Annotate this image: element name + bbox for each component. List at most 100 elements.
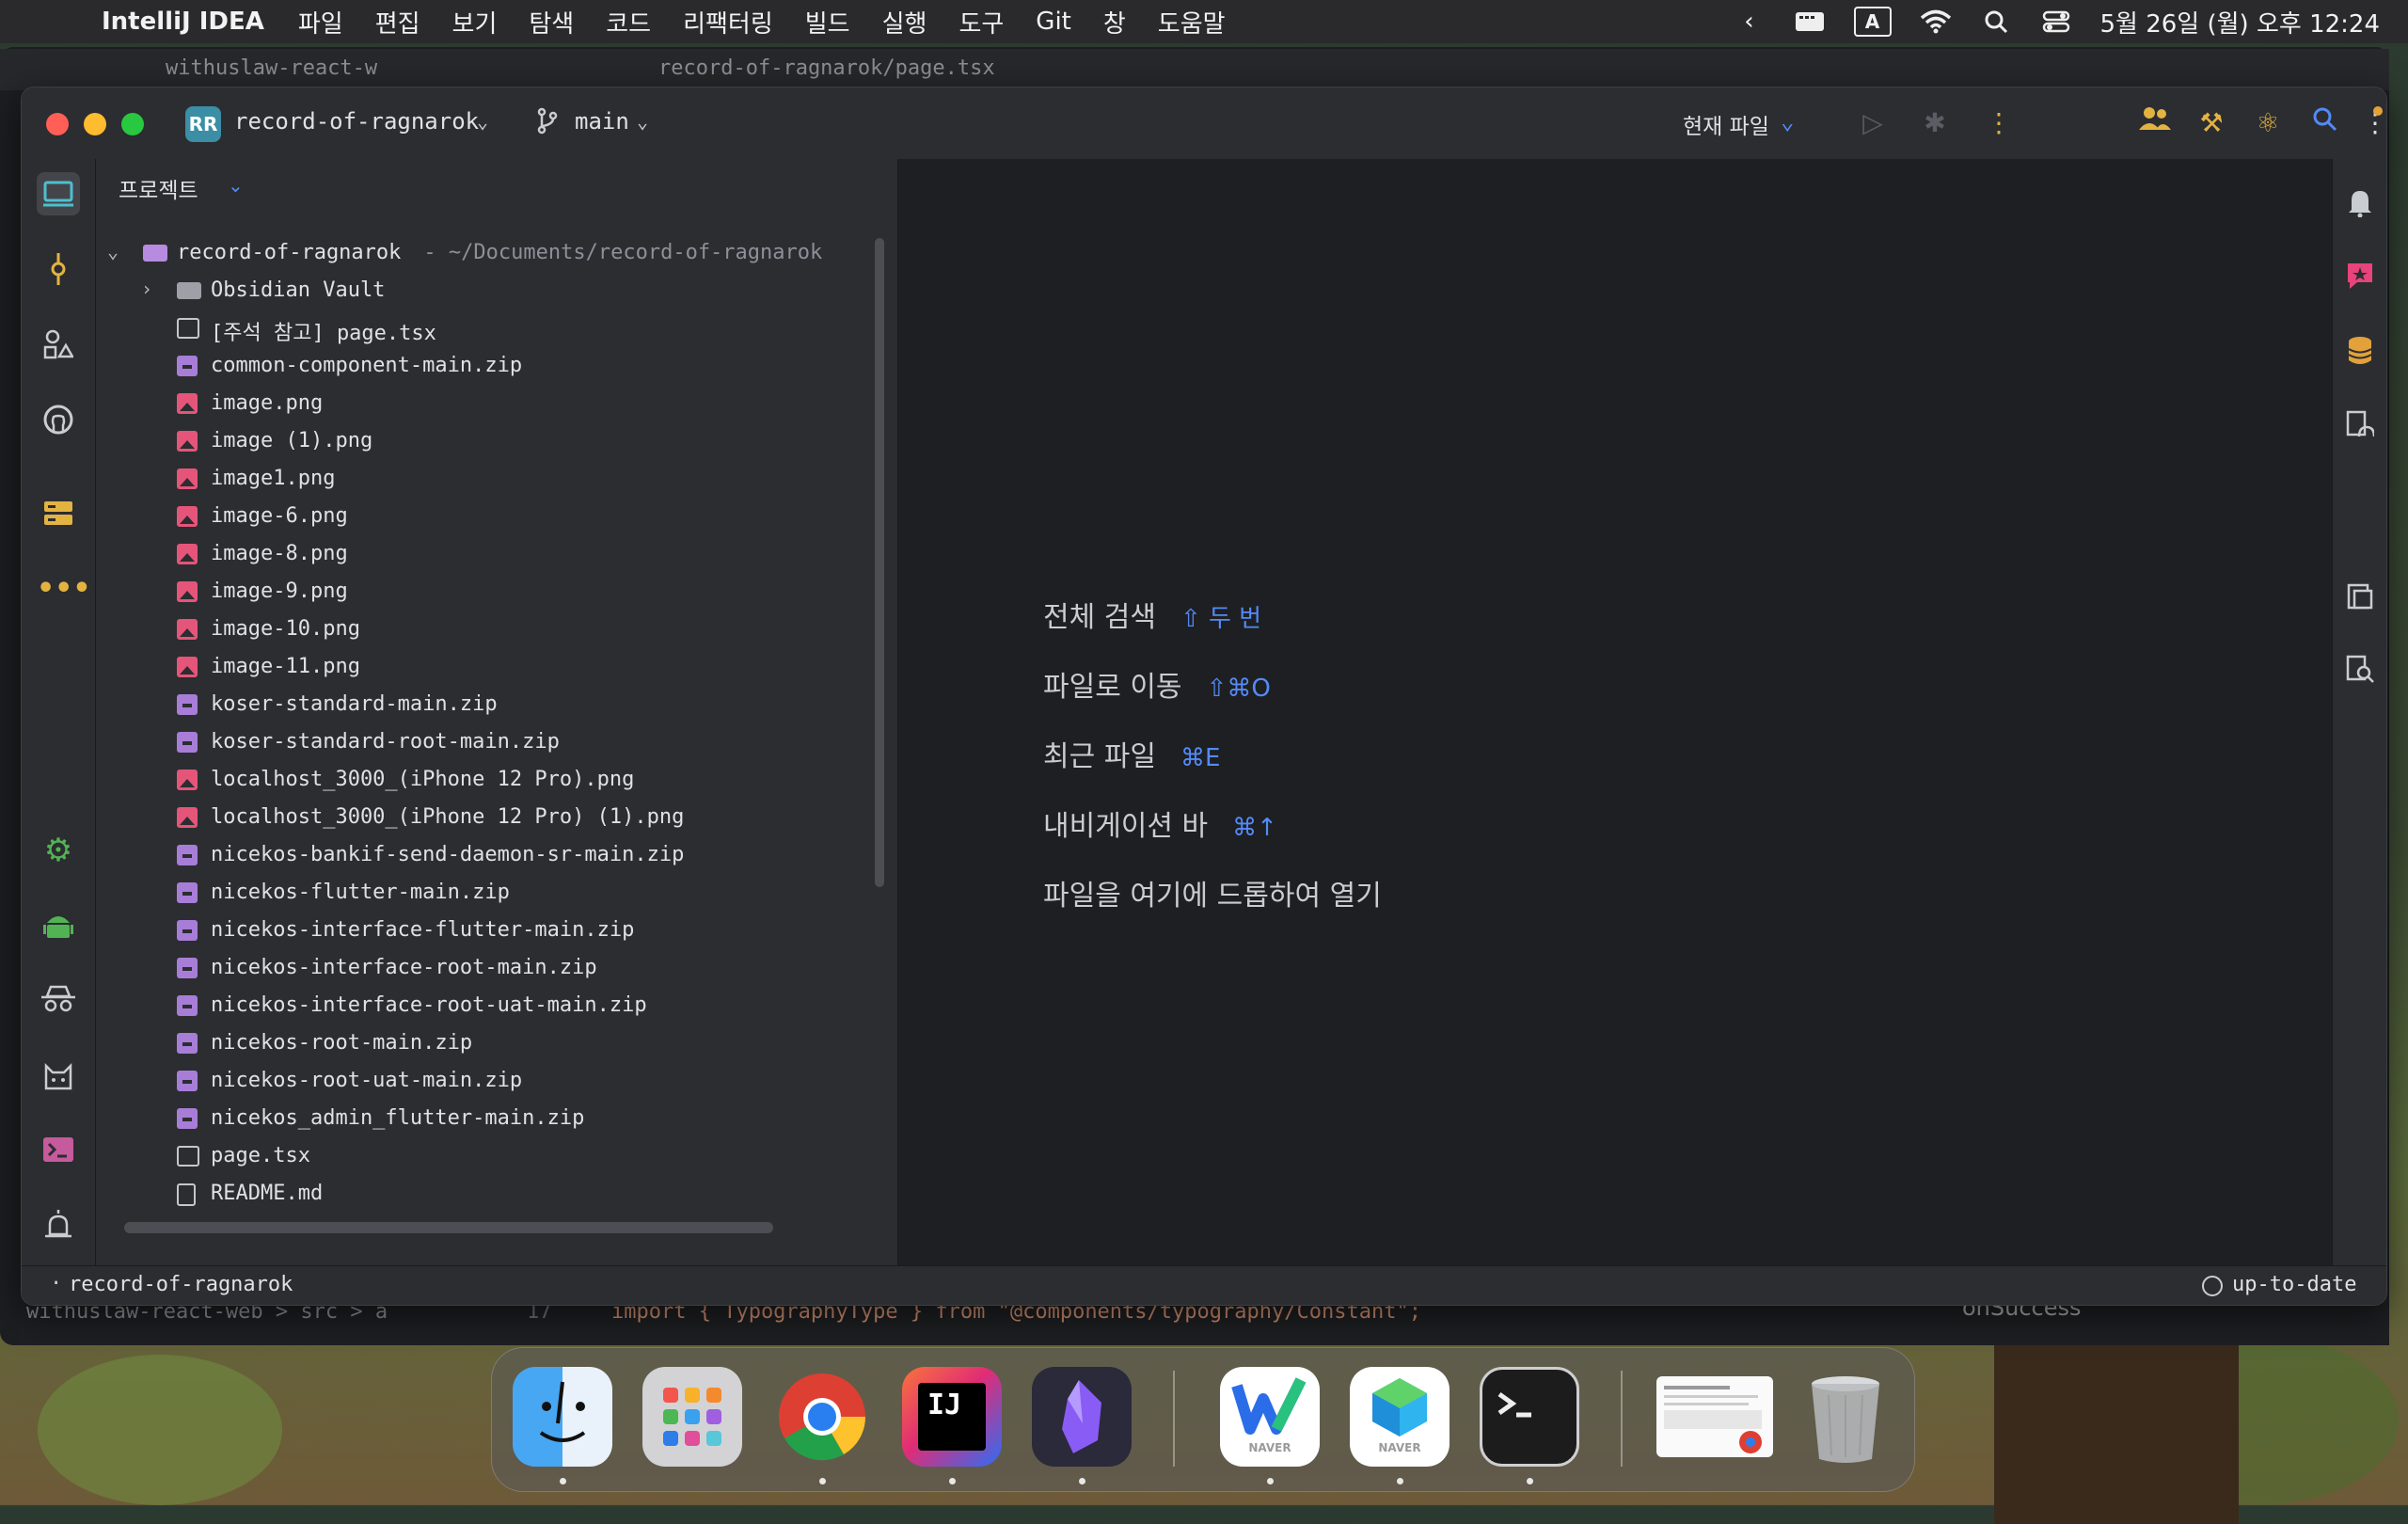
menu-code[interactable]: 코드 xyxy=(606,5,651,40)
menu-tools[interactable]: 도구 xyxy=(958,5,1004,40)
window-close-button[interactable] xyxy=(46,113,69,135)
menu-build[interactable]: 빌드 xyxy=(805,5,850,40)
settings-gear-icon[interactable]: ⚙ xyxy=(37,829,80,872)
project-badge[interactable]: RR xyxy=(185,106,221,142)
chevron-left-icon[interactable]: ‹ xyxy=(1734,8,1766,36)
chevron-down-icon[interactable]: ⌄ xyxy=(107,240,119,262)
run-config-selector[interactable]: 현재 파일 xyxy=(1683,108,1769,140)
search-icon[interactable] xyxy=(2305,104,2343,142)
project-selector[interactable]: record-of-ragnarok xyxy=(234,108,479,135)
chevron-down-icon[interactable]: ⌄ xyxy=(228,174,244,197)
tree-file-row[interactable]: koser-standard-main.zip xyxy=(96,686,877,723)
spotlight-search-icon[interactable] xyxy=(1980,8,2012,36)
tree-file-row[interactable]: image1.png xyxy=(96,460,877,498)
tree-file-row[interactable]: image (1).png xyxy=(96,422,877,460)
menu-refactor[interactable]: 리팩터링 xyxy=(683,5,773,40)
window-minimize-button[interactable] xyxy=(84,113,106,135)
status-project-name[interactable]: record-of-ragnarok xyxy=(69,1273,293,1296)
project-panel-title[interactable]: 프로젝트 xyxy=(119,172,198,204)
tree-file-row[interactable]: page.tsx xyxy=(96,1137,877,1175)
tree-file-row[interactable]: nicekos-bankif-send-daemon-sr-main.zip xyxy=(96,836,877,874)
obsidian-app-icon[interactable] xyxy=(1032,1367,1132,1467)
finder-app-icon[interactable] xyxy=(513,1367,612,1467)
menu-view[interactable]: 보기 xyxy=(452,5,498,40)
tree-file-row[interactable]: nicekos-root-uat-main.zip xyxy=(96,1062,877,1100)
run-icon[interactable]: ▷ xyxy=(1854,104,1892,142)
tree-file-row[interactable]: nicekos-interface-flutter-main.zip xyxy=(96,912,877,949)
background-tab[interactable]: withuslaw-react-w xyxy=(166,56,377,80)
tree-file-row[interactable]: nicekos-interface-root-main.zip xyxy=(96,949,877,987)
clipboard-icon[interactable] xyxy=(2341,577,2379,614)
android-icon[interactable] xyxy=(37,904,80,947)
window-zoom-button[interactable] xyxy=(121,113,144,135)
menu-file[interactable]: 파일 xyxy=(298,5,343,40)
debug-icon[interactable]: ✱ xyxy=(1916,104,1954,142)
window-preview-thumbnail[interactable] xyxy=(1656,1376,1773,1457)
ai-assistant-icon[interactable]: ⚛ xyxy=(2249,104,2287,142)
vcs-status-text[interactable]: up-to-date xyxy=(2232,1273,2356,1296)
more-actions-icon[interactable]: ⋮ xyxy=(1980,104,2018,142)
menu-help[interactable]: 도움말 xyxy=(1158,5,1226,40)
tree-file-row[interactable]: common-component-main.zip xyxy=(96,347,877,385)
tree-file-row[interactable]: README.md xyxy=(96,1175,877,1213)
menu-edit[interactable]: 편집 xyxy=(375,5,420,40)
branch-selector[interactable]: main xyxy=(575,108,629,135)
tree-file-row[interactable]: nicekos-interface-root-uat-main.zip xyxy=(96,987,877,1024)
incognito-icon[interactable] xyxy=(37,977,80,1021)
tree-file-row[interactable]: image-11.png xyxy=(96,648,877,686)
coverage-icon[interactable] xyxy=(2341,405,2379,443)
input-source-indicator[interactable]: A xyxy=(1853,7,1892,37)
menu-window[interactable]: 창 xyxy=(1103,5,1126,40)
database-tool-icon[interactable] xyxy=(37,492,80,535)
terminal-icon[interactable] xyxy=(37,1128,80,1171)
find-in-files-icon[interactable] xyxy=(2341,650,2379,688)
tree-file-row[interactable]: localhost_3000_(iPhone 12 Pro) (1).png xyxy=(96,799,877,836)
structure-icon[interactable] xyxy=(37,323,80,366)
chevron-down-icon[interactable]: ⌄ xyxy=(637,110,648,133)
tools-icon[interactable]: ⚒ xyxy=(2193,104,2230,142)
project-tool-icon[interactable] xyxy=(37,172,80,215)
project-panel-vertical-scrollbar[interactable] xyxy=(875,238,884,887)
cat-icon[interactable] xyxy=(37,1055,80,1098)
chevron-right-icon[interactable]: › xyxy=(141,278,152,300)
tree-file-row[interactable]: image-8.png xyxy=(96,535,877,573)
tree-file-row[interactable]: [주석 참고] page.tsx xyxy=(96,310,877,347)
tree-file-row[interactable]: localhost_3000_(iPhone 12 Pro).png xyxy=(96,761,877,799)
tree-file-row[interactable]: image.png xyxy=(96,385,877,422)
naver-whale-app-icon[interactable]: NAVER xyxy=(1220,1367,1320,1467)
tree-file-row[interactable]: image-10.png xyxy=(96,611,877,648)
notifications-bell-icon[interactable] xyxy=(2341,183,2379,221)
terminal-app-icon[interactable] xyxy=(1480,1367,1579,1467)
tree-folder-row[interactable]: › Obsidian Vault xyxy=(96,272,877,310)
wifi-icon[interactable] xyxy=(1920,8,1952,36)
naver-mybox-app-icon[interactable]: NAVER xyxy=(1350,1367,1450,1467)
chrome-app-icon[interactable] xyxy=(772,1367,872,1467)
problems-alarm-icon[interactable] xyxy=(37,1203,80,1246)
control-center-icon[interactable] xyxy=(2040,8,2072,36)
chevron-down-icon[interactable]: ⌄ xyxy=(1781,108,1794,135)
commit-icon[interactable] xyxy=(37,247,80,291)
tree-file-row[interactable]: image-9.png xyxy=(96,573,877,611)
menu-navigate[interactable]: 탐색 xyxy=(529,5,574,40)
menubar-clock[interactable]: 5월 26일 (월) 오후 12:24 xyxy=(2100,5,2381,40)
menu-run[interactable]: 실행 xyxy=(882,5,927,40)
tree-root-row[interactable]: ⌄ record-of-ragnarok - ~/Documents/record… xyxy=(96,234,877,272)
chevron-down-icon[interactable]: ⌄ xyxy=(477,110,488,133)
github-icon[interactable] xyxy=(37,398,80,441)
tree-file-row[interactable]: nicekos-flutter-main.zip xyxy=(96,874,877,912)
git-branch-icon[interactable] xyxy=(537,106,558,140)
display-icon[interactable] xyxy=(1794,8,1826,36)
tree-file-row[interactable]: image-6.png xyxy=(96,498,877,535)
menu-git[interactable]: Git xyxy=(1036,8,1071,36)
ai-chat-icon[interactable] xyxy=(2341,257,2379,294)
tree-file-row[interactable]: nicekos-root-main.zip xyxy=(96,1024,877,1062)
tree-file-row[interactable]: nicekos_admin_flutter-main.zip xyxy=(96,1100,877,1137)
background-tab[interactable]: record-of-ragnarok/page.tsx xyxy=(658,56,995,80)
database-icon[interactable] xyxy=(2341,332,2379,370)
trash-app-icon[interactable] xyxy=(1796,1367,1895,1467)
more-tools-icon[interactable]: ••• xyxy=(37,567,91,611)
menubar-app-name[interactable]: IntelliJ IDEA xyxy=(102,8,264,36)
project-panel-horizontal-scrollbar[interactable] xyxy=(124,1222,773,1233)
code-with-me-icon[interactable] xyxy=(2136,104,2174,142)
launchpad-app-icon[interactable] xyxy=(642,1367,742,1467)
